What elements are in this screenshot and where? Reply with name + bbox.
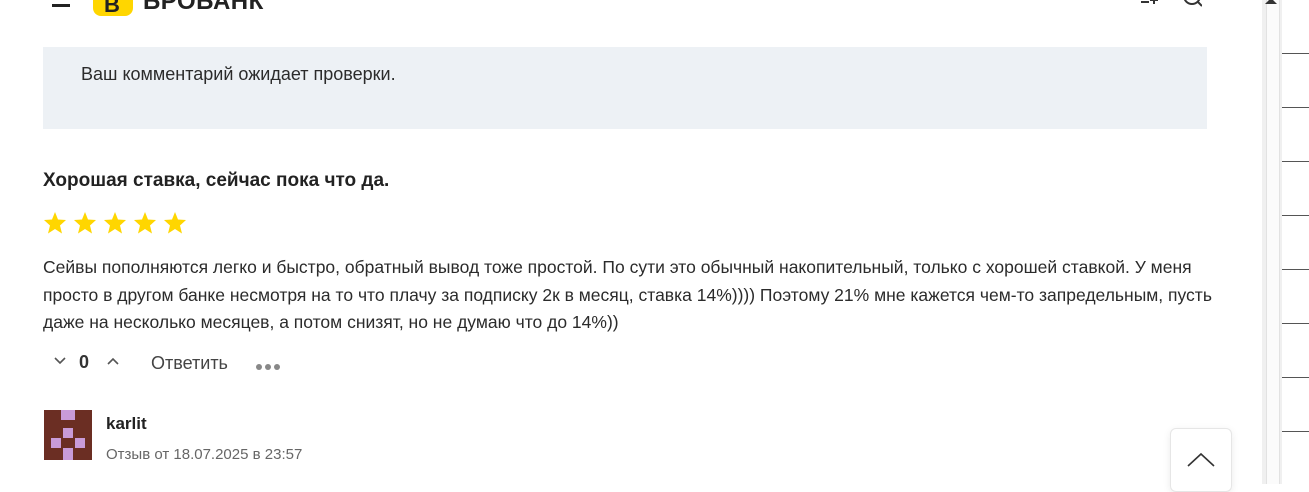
- menu-icon[interactable]: [52, 4, 70, 7]
- strip-divider: [1282, 53, 1309, 54]
- compare-icon[interactable]: [1140, 0, 1160, 14]
- avatar[interactable]: [44, 410, 92, 460]
- search-icon[interactable]: [1182, 0, 1202, 14]
- strip-divider: [1282, 107, 1309, 108]
- star-icon: [164, 212, 186, 234]
- logo-text[interactable]: БРОБАНК: [143, 0, 264, 16]
- strip-divider: [1282, 377, 1309, 378]
- strip-divider: [1282, 215, 1309, 216]
- strip-divider: [1282, 323, 1309, 324]
- scroll-to-top-button[interactable]: [1170, 428, 1232, 492]
- review-title: Хорошая ставка, сейчас пока что да.: [43, 170, 390, 191]
- vote-count: 0: [79, 352, 90, 372]
- review-body: Сейвы пополняются легко и быстро, обратн…: [43, 257, 1212, 332]
- site-header: B БРОБАНК: [0, 0, 1262, 20]
- strip-divider: [1282, 269, 1309, 270]
- more-options-icon[interactable]: [255, 363, 283, 371]
- right-strip: [1282, 0, 1309, 484]
- star-icon: [104, 212, 126, 234]
- scrollbar-thumb[interactable]: [1266, 0, 1280, 484]
- author-name[interactable]: karlit: [106, 414, 147, 434]
- review-date: Отзыв от 18.07.2025 в 23:57: [106, 446, 303, 463]
- star-icon: [44, 212, 66, 234]
- logo-badge[interactable]: B: [93, 0, 133, 17]
- logo-badge-letter: B: [104, 0, 120, 17]
- strip-divider: [1282, 161, 1309, 162]
- vote-up-icon[interactable]: [105, 353, 121, 369]
- notice-text: Ваш комментарий ожидает проверки.: [81, 64, 396, 84]
- reply-button[interactable]: Ответить: [151, 353, 228, 374]
- vote-down-icon[interactable]: [52, 353, 68, 369]
- star-icon: [134, 212, 156, 234]
- star-icon: [74, 212, 96, 234]
- scroll-up-arrow-icon[interactable]: [1265, 0, 1277, 4]
- strip-divider: [1282, 431, 1309, 432]
- chevron-up-icon: [1187, 452, 1215, 467]
- moderation-notice: Ваш комментарий ожидает проверки.: [43, 47, 1207, 129]
